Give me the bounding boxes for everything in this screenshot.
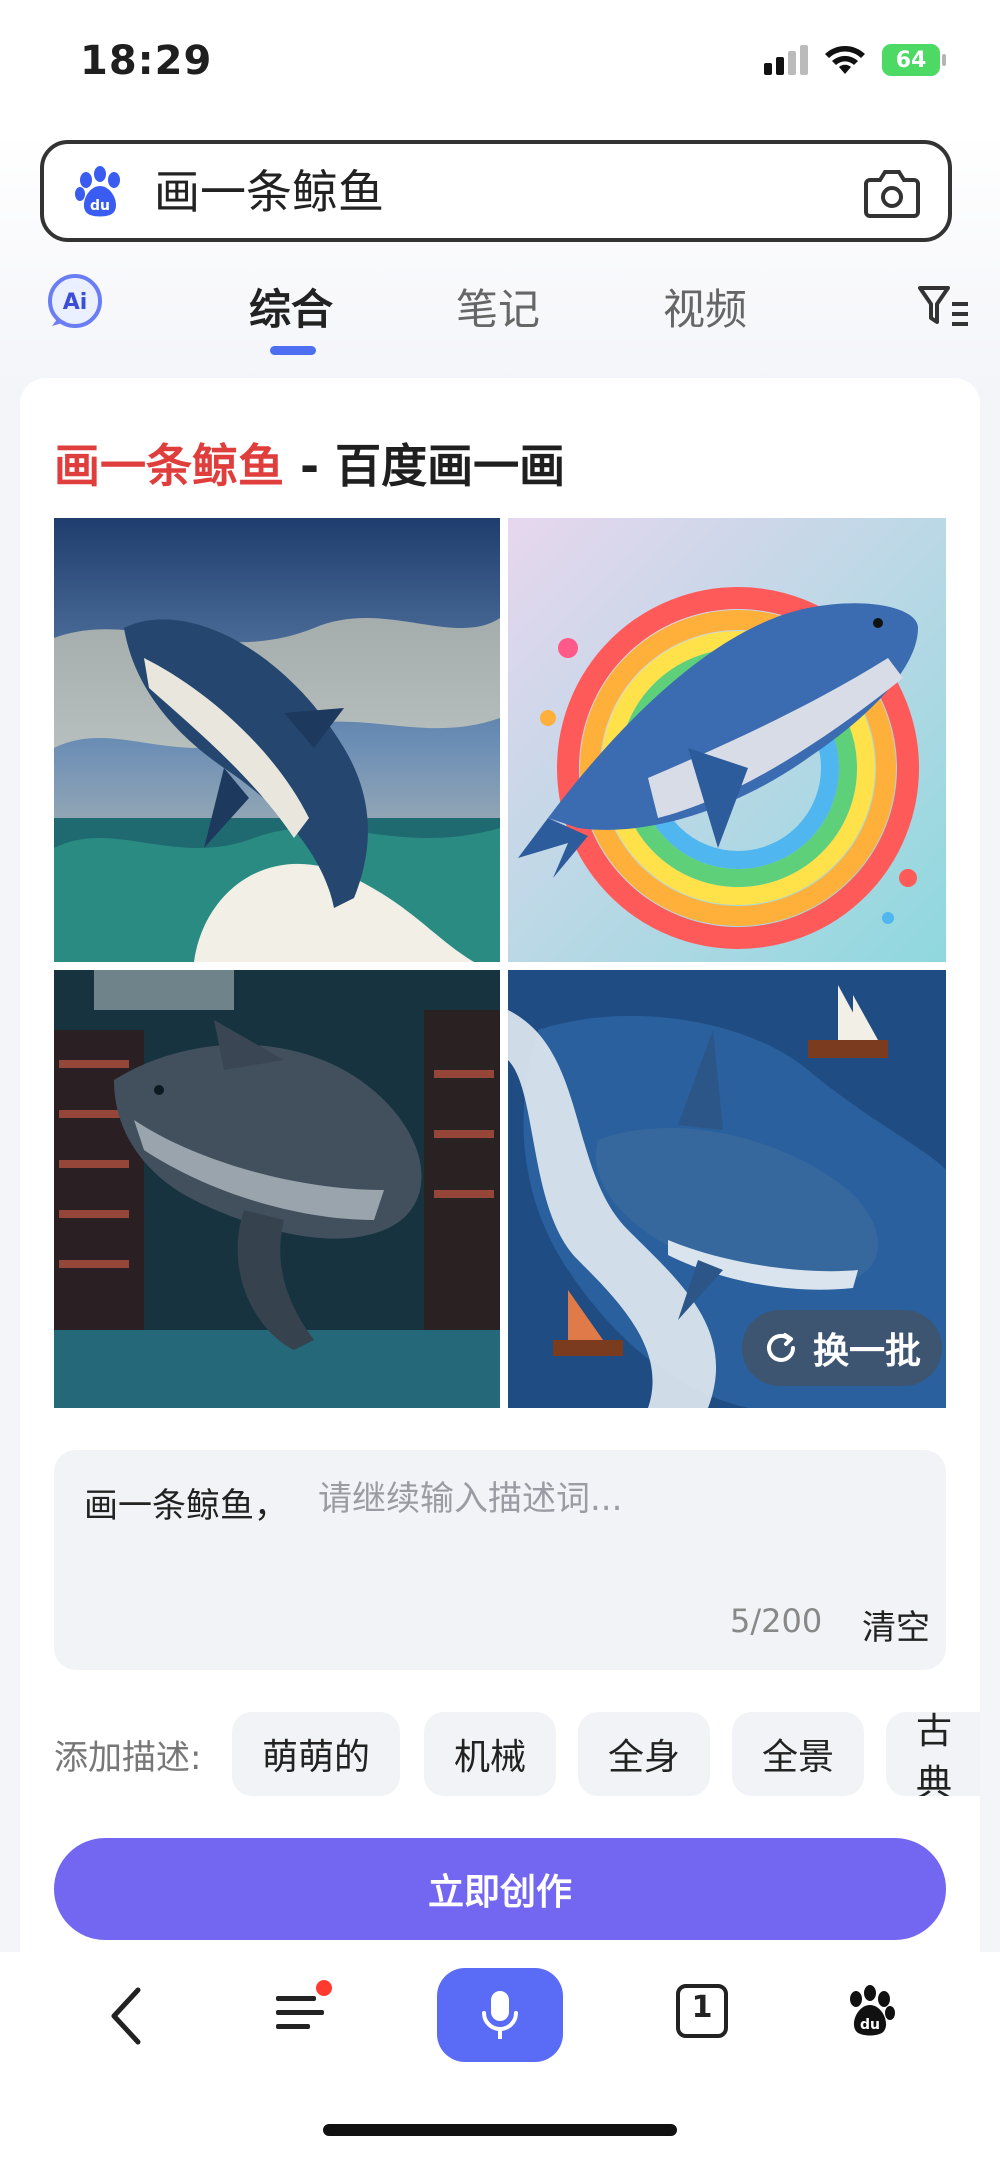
clear-button[interactable]: 清空 (862, 1600, 930, 1649)
battery-icon: 64 (882, 44, 946, 76)
add-description-label: 添加描述: (54, 1738, 202, 1778)
home-indicator (323, 2124, 677, 2136)
baidu-paw-icon: du (75, 166, 120, 217)
ai-badge-icon[interactable]: Ai (46, 272, 104, 330)
chip-classical[interactable]: 古典 (886, 1712, 980, 1796)
tab-notes[interactable]: 笔记 (456, 276, 540, 337)
search-tabs: Ai 综合 笔记 视频 (0, 262, 1000, 362)
tab-videos[interactable]: 视频 (663, 276, 747, 337)
chip-cute[interactable]: 萌萌的 (232, 1712, 400, 1796)
card-title[interactable]: 画一条鲸鱼 - 百度画一画 (54, 430, 565, 496)
refresh-icon (767, 1333, 795, 1362)
generated-image-1[interactable] (54, 518, 500, 962)
search-box[interactable]: du 画一条鲸鱼 (40, 140, 952, 242)
mic-icon (482, 1991, 518, 2039)
chip-full-body[interactable]: 全身 (578, 1712, 710, 1796)
camera-icon[interactable] (864, 166, 920, 218)
baidu-paw-icon: du (850, 1985, 895, 2036)
prompt-box: 画一条鲸鱼， 5/200 清空 (54, 1450, 946, 1670)
status-icons: 64 (764, 44, 946, 76)
menu-icon (276, 1980, 332, 2029)
generated-image-3[interactable] (54, 970, 500, 1408)
regenerate-button[interactable]: 换一批 (742, 1310, 942, 1386)
status-bar: 18:29 64 (0, 0, 1000, 130)
active-tab-indicator (270, 346, 316, 355)
svg-text:du: du (860, 2017, 880, 2033)
baidu-home-button[interactable]: du (842, 1982, 898, 2040)
tab-count: 1 (691, 1990, 713, 2025)
regenerate-label: 换一批 (812, 1331, 921, 1372)
tabs-button[interactable]: 1 (674, 1982, 730, 2040)
voice-search-button[interactable] (437, 1968, 563, 2062)
svg-text:du: du (90, 198, 110, 214)
prompt-prefix: 画一条鲸鱼， (84, 1486, 288, 1526)
generated-image-2[interactable] (508, 518, 946, 962)
battery-level: 64 (895, 47, 927, 73)
card-title-highlight: 画一条鲸鱼 (54, 439, 284, 493)
status-time: 18:29 (80, 38, 213, 84)
svg-text:Ai: Ai (63, 290, 88, 315)
create-now-button[interactable]: 立即创作 (54, 1838, 946, 1940)
search-query[interactable]: 画一条鲸鱼 (154, 164, 384, 220)
wifi-icon (825, 46, 865, 74)
filter-icon[interactable] (918, 284, 970, 328)
back-icon (111, 1987, 141, 2045)
menu-button[interactable] (268, 1976, 338, 2046)
char-count: 5/200 (730, 1602, 823, 1640)
tab-comprehensive[interactable]: 综合 (249, 276, 333, 337)
prompt-input[interactable] (316, 1474, 920, 1524)
cellular-signal-icon (764, 45, 808, 75)
back-button[interactable] (96, 1984, 156, 2048)
card-title-rest: - 百度画一画 (284, 439, 566, 493)
ai-drawing-card: 画一条鲸鱼 - 百度画一画 换一批 画一条鲸鱼， 请继续输入描述词... 5/2… (20, 378, 980, 1978)
chip-mechanical[interactable]: 机械 (424, 1712, 556, 1796)
chip-panorama[interactable]: 全景 (732, 1712, 864, 1796)
